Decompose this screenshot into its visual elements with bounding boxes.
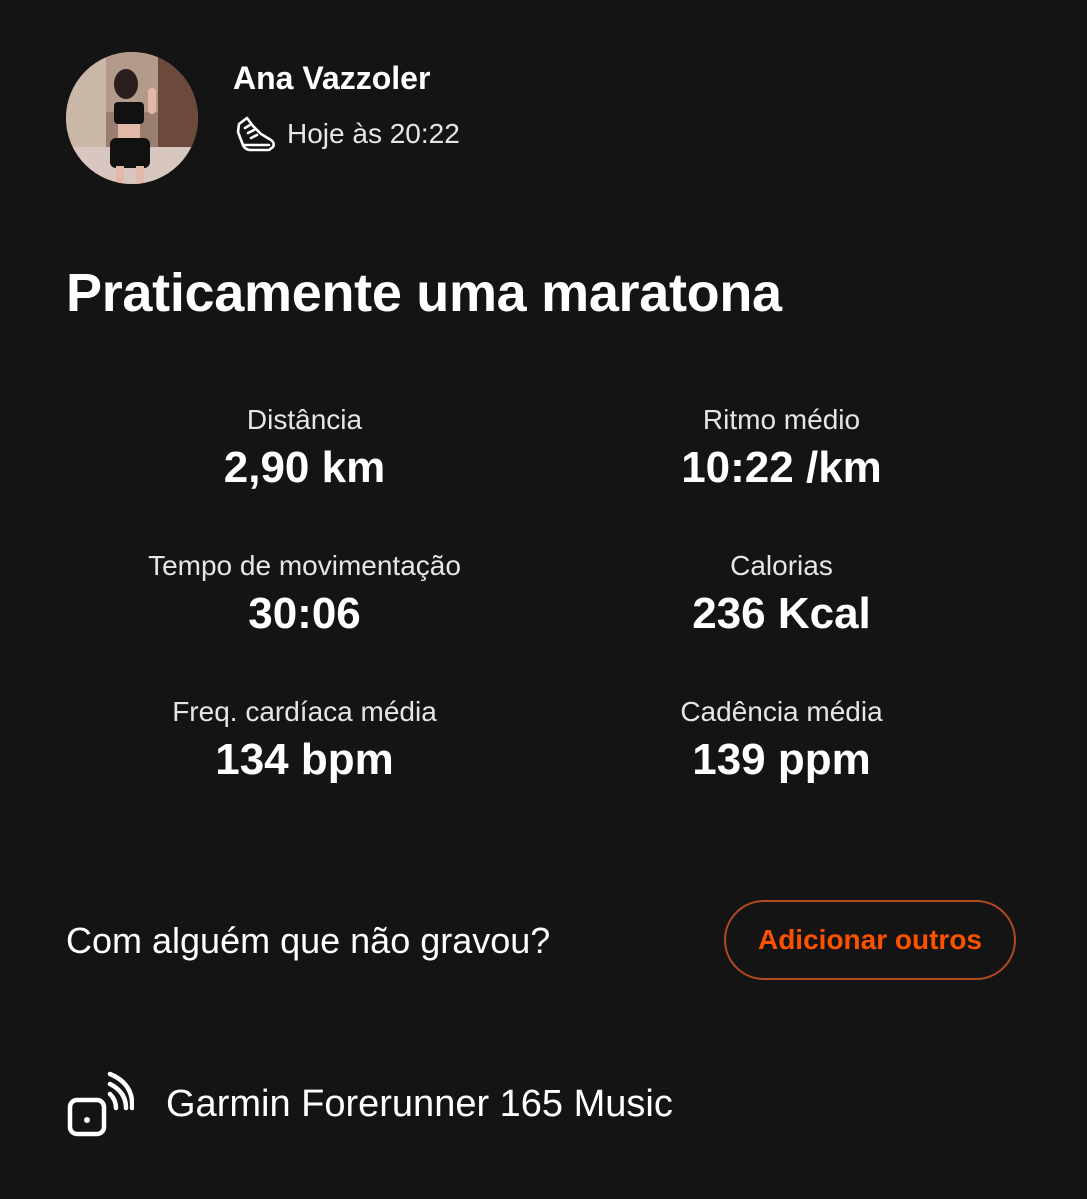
stat-value: 139 ppm: [692, 735, 871, 784]
stat-label: Cadência média: [680, 696, 883, 727]
activity-timestamp: Hoje às 20:22: [287, 118, 460, 149]
stat-moving-time: Tempo de movimentação 30:06: [66, 546, 543, 642]
stat-label: Freq. cardíaca média: [172, 696, 437, 727]
stat-avg-pace: Ritmo médio 10:22 /km: [543, 400, 1020, 496]
group-activity-prompt: Com alguém que não gravou?: [66, 920, 551, 961]
stat-value: 10:22 /km: [681, 443, 882, 492]
activity-title: Praticamente uma maratona: [66, 263, 782, 323]
stat-label: Ritmo médio: [702, 404, 861, 435]
stat-value: 236 Kcal: [692, 589, 871, 638]
stat-label: Distância: [246, 404, 363, 435]
add-others-button[interactable]: Adicionar outros: [724, 900, 1016, 980]
stat-calories: Calorias 236 Kcal: [543, 546, 1020, 642]
device-name: Garmin Forerunner 165 Music: [166, 1082, 673, 1125]
stat-distance: Distância 2,90 km: [66, 400, 543, 496]
avatar-photo: [66, 52, 198, 184]
recording-device: Garmin Forerunner 165 Music: [66, 1068, 673, 1140]
stat-label: Tempo de movimentação: [148, 550, 461, 581]
activity-stats: Distância 2,90 km Ritmo médio 10:22 /km …: [66, 400, 1021, 788]
stat-value: 2,90 km: [223, 443, 386, 492]
activity-header: Ana Vazzoler Hoje às 20:22: [66, 52, 966, 186]
stat-avg-cadence: Cadência média 139 ppm: [543, 692, 1020, 788]
stat-value: 30:06: [248, 589, 361, 638]
stat-avg-heart-rate: Freq. cardíaca média 134 bpm: [66, 692, 543, 788]
running-shoe-icon: [233, 112, 277, 156]
activity-meta: Hoje às 20:22: [233, 112, 460, 156]
stat-label: Calorias: [730, 550, 833, 581]
athlete-name[interactable]: Ana Vazzoler: [233, 58, 430, 98]
avatar[interactable]: [66, 52, 198, 184]
stat-value: 134 bpm: [215, 735, 394, 784]
connected-device-icon: [66, 1070, 135, 1138]
